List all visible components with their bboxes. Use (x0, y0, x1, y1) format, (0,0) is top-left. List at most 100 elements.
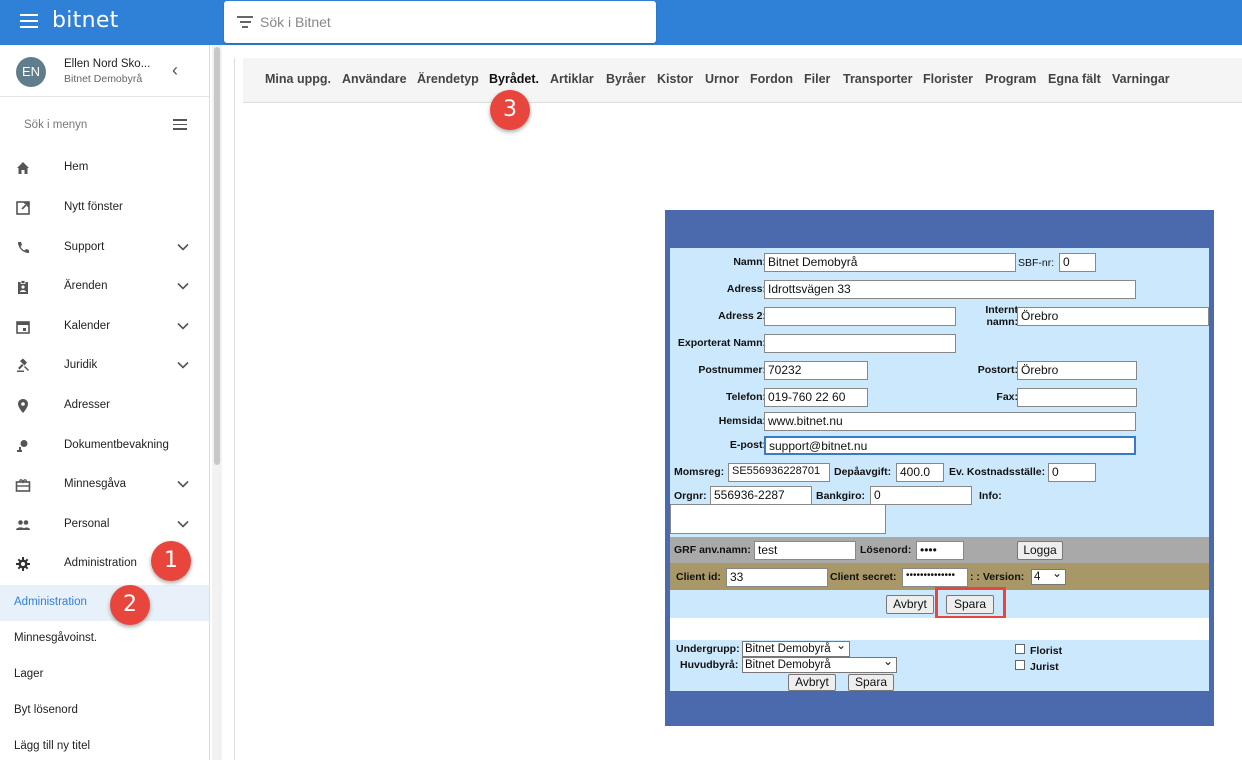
sidebar-scrollbar[interactable] (212, 45, 222, 760)
bankgiro-field[interactable]: 0 (870, 486, 972, 505)
sidebar-item-label: Administration (64, 557, 137, 569)
florist-checkbox[interactable] (1015, 644, 1025, 654)
grf-username-field[interactable]: test (754, 541, 856, 560)
tab-ärendetyp[interactable]: Ärendetyp (417, 72, 479, 86)
subnav-item[interactable]: Byt lösenord (0, 693, 209, 729)
hemsida-field[interactable]: www.bitnet.nu (764, 412, 1136, 431)
tab-mina-uppg[interactable]: Mina uppg. (265, 72, 331, 86)
global-search[interactable] (224, 1, 656, 43)
tab-urnor[interactable]: Urnor (705, 72, 739, 86)
tab-byråer[interactable]: Byråer (606, 72, 646, 86)
internt-label: Internt (985, 304, 1018, 316)
namn-field[interactable]: Bitnet Demobyrå (764, 253, 1016, 272)
client-secret-field[interactable]: •••••••••••••• (902, 568, 968, 587)
sidebar-item-label: Dokumentbevakning (64, 439, 169, 451)
grf-label: GRF anv.namn: (674, 544, 751, 556)
postnummer-field[interactable]: 70232 (764, 361, 868, 380)
subnav-item[interactable]: Minnesgåvoinst. (0, 621, 209, 657)
tab-program[interactable]: Program (985, 72, 1036, 86)
tab-fordon[interactable]: Fordon (750, 72, 793, 86)
avbryt-button-2[interactable]: Avbryt (788, 674, 836, 691)
tab-varningar[interactable]: Varningar (1112, 72, 1170, 86)
internt-namn-field[interactable]: Örebro (1017, 307, 1209, 326)
huvudbyra-select[interactable]: Bitnet Demobyrå (742, 657, 897, 673)
telefon-field[interactable]: 019-760 22 60 (764, 388, 868, 407)
sidebar-item-support[interactable]: Support (0, 230, 209, 266)
phone-icon (15, 240, 31, 256)
collapse-sidebar-icon[interactable]: ‹ (172, 61, 178, 79)
avatar[interactable]: EN (16, 57, 46, 87)
depaavgift-field[interactable]: 400.0 (896, 463, 944, 482)
chevron-down-icon[interactable] (176, 319, 190, 333)
chevron-down-icon[interactable] (176, 279, 190, 293)
sidebar-item-minnesgåva[interactable]: Minnesgåva (0, 467, 209, 503)
adress2-field[interactable] (764, 307, 956, 326)
sidebar-item-ärenden[interactable]: Ärenden (0, 269, 209, 305)
subnav-item[interactable]: Lägg till ny titel (0, 729, 209, 760)
version-select[interactable]: 4 (1031, 569, 1066, 585)
losenord-field[interactable]: •••• (916, 541, 964, 560)
chevron-down-icon[interactable] (176, 517, 190, 531)
step-badge-3: 3 (490, 90, 530, 130)
spara-button-2[interactable]: Spara (848, 674, 894, 691)
gift-card-icon (15, 477, 31, 493)
sbf-field[interactable]: 0 (1059, 253, 1096, 272)
sidebar-item-hem[interactable]: Hem (0, 150, 209, 186)
tab-användare[interactable]: Användare (342, 72, 407, 86)
scrollbar-thumb[interactable] (214, 47, 220, 465)
avbryt-button[interactable]: Avbryt (886, 595, 934, 614)
tab-byrådet[interactable]: Byrådet. (489, 72, 539, 86)
chevron-down-icon[interactable] (176, 358, 190, 372)
sidebar-item-adresser[interactable]: Adresser (0, 388, 209, 424)
brand-logo[interactable]: bitnet (52, 8, 119, 33)
tab-florister[interactable]: Florister (923, 72, 973, 86)
kostnadsstalle-label: Ev. Kostnadsställe: (949, 466, 1046, 478)
subnav-item[interactable]: Lager (0, 657, 209, 693)
sidebar-item-juridik[interactable]: Juridik (0, 348, 209, 384)
kostnadsstalle-field[interactable]: 0 (1048, 463, 1096, 482)
global-search-input[interactable] (260, 9, 640, 35)
agency-details-section: Namn: Bitnet Demobyrå SBF-nr: 0 Adress: … (670, 248, 1209, 537)
exporterat-field[interactable] (764, 334, 956, 353)
subnav-item-label: Lager (14, 668, 44, 680)
sidebar-item-nytt-fönster[interactable]: Nytt fönster (0, 190, 209, 226)
orgnr-field[interactable]: 556936-2287 (710, 486, 812, 505)
menu-icon[interactable] (20, 14, 38, 28)
gavel-icon (15, 358, 31, 374)
sidebar-item-label: Ärenden (64, 280, 108, 292)
fax-field[interactable] (1017, 388, 1137, 407)
sidebar-item-dokumentbevakning[interactable]: Dokumentbevakning (0, 428, 209, 464)
undergrupp-label: Undergrupp: (676, 643, 740, 655)
depaavgift-label: Depåavgift: (834, 466, 892, 478)
tab-egna-fält[interactable]: Egna fält (1048, 72, 1101, 86)
momsreg-label: Momsreg: (674, 466, 725, 478)
people-icon (15, 517, 31, 533)
adress-label: Adress: (726, 283, 766, 295)
step-badge-2: 2 (110, 585, 150, 625)
adress-field[interactable]: Idrottsvägen 33 (764, 280, 1136, 299)
client-id-field[interactable]: 33 (726, 568, 828, 587)
postort-field[interactable]: Örebro (1017, 361, 1137, 380)
chevron-down-icon[interactable] (176, 477, 190, 491)
tab-artiklar[interactable]: Artiklar (550, 72, 594, 86)
tab-kistor[interactable]: Kistor (657, 72, 693, 86)
client-secret-label: Client secret: (830, 571, 897, 583)
tab-filer[interactable]: Filer (804, 72, 830, 86)
subnav-item[interactable]: Administration (0, 585, 209, 621)
undergrupp-select[interactable]: Bitnet Demobyrå (742, 641, 850, 657)
sidebar-item-personal[interactable]: Personal (0, 507, 209, 543)
chevron-down-icon[interactable] (176, 240, 190, 254)
document-watch-icon (15, 438, 31, 454)
client-id-label: Client id: (676, 571, 721, 583)
logga-button[interactable]: Logga (1017, 541, 1063, 560)
jurist-checkbox[interactable] (1015, 660, 1025, 670)
tab-transporter[interactable]: Transporter (843, 72, 912, 86)
sidebar-item-kalender[interactable]: Kalender (0, 309, 209, 345)
list-filter-icon[interactable] (173, 119, 187, 133)
info-textarea[interactable] (670, 504, 886, 534)
menu-search-input[interactable]: Sök i menyn (24, 119, 87, 131)
sidebar-item-label: Support (64, 241, 105, 253)
momsreg-field[interactable]: SE556936228701 (728, 463, 830, 482)
sbf-label: SBF-nr: (1018, 257, 1055, 269)
epost-field[interactable]: support@bitnet.nu (764, 436, 1136, 455)
